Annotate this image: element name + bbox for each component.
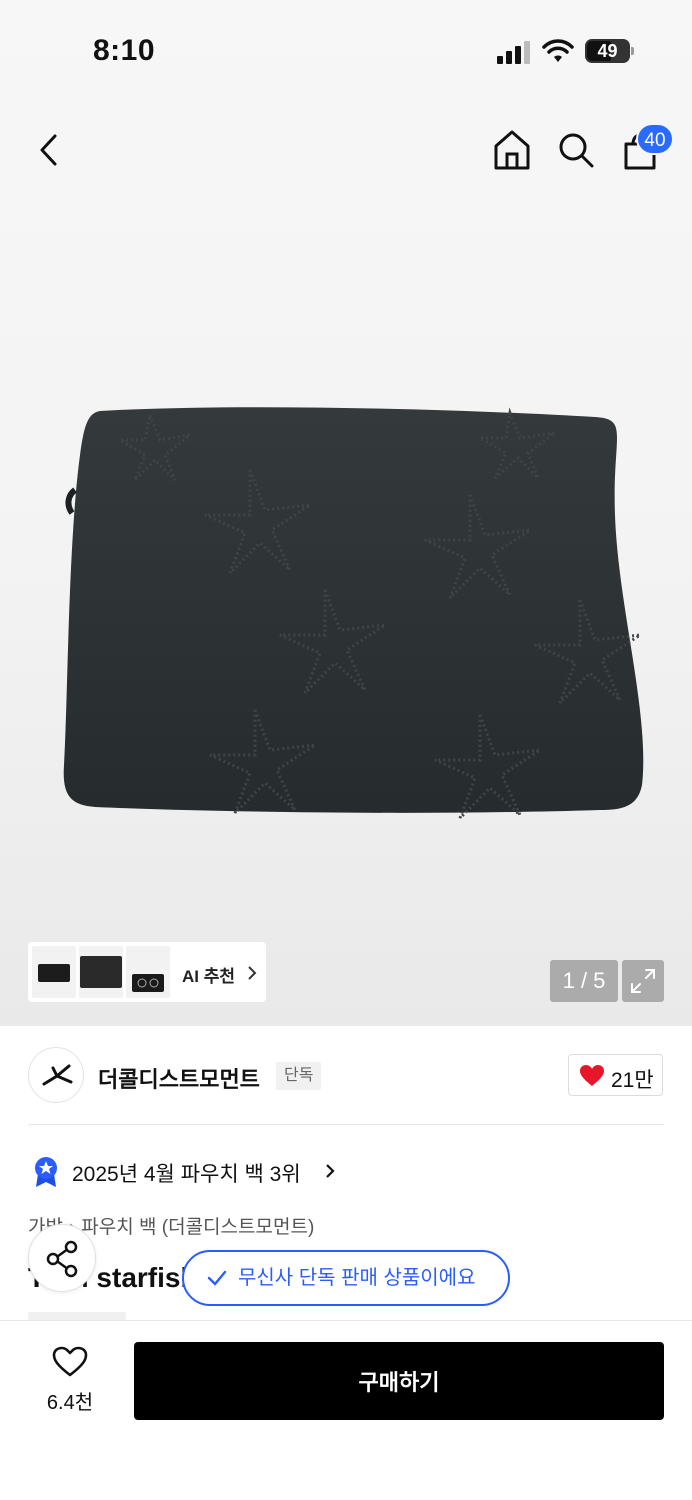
chevron-right-icon bbox=[248, 966, 257, 980]
clock: 8:10 bbox=[93, 34, 156, 67]
ai-recommend-label: AI 추천 bbox=[182, 967, 236, 986]
product-image-gallery[interactable]: 40 AI 추천 1 / 5 bbox=[0, 0, 692, 1026]
product-image bbox=[63, 407, 644, 820]
wishlist-count: 6.4천 bbox=[46, 1392, 94, 1414]
ranking-link[interactable]: 2025년 4월 파우치 백 3위 bbox=[72, 1158, 301, 1188]
status-bar: 8:10 49 bbox=[0, 0, 692, 100]
brand-logo[interactable] bbox=[28, 1047, 84, 1103]
brand-like-count: 21만 bbox=[611, 1069, 654, 1092]
wifi-icon bbox=[542, 39, 574, 62]
search-icon[interactable] bbox=[556, 130, 596, 170]
exclusive-badge: 단독 bbox=[276, 1062, 322, 1090]
back-icon[interactable] bbox=[30, 128, 70, 172]
recommend-thumbnail[interactable] bbox=[32, 946, 76, 998]
battery-icon: 49 bbox=[585, 39, 635, 63]
heart-filled-icon bbox=[580, 1065, 604, 1086]
ai-recommend-card[interactable]: AI 추천 bbox=[28, 942, 266, 1002]
share-button[interactable] bbox=[28, 1224, 96, 1292]
share-icon bbox=[46, 1240, 78, 1278]
chevron-right-icon bbox=[326, 1164, 335, 1178]
home-icon[interactable] bbox=[492, 128, 532, 172]
ranking-badge-icon bbox=[35, 1157, 57, 1187]
breadcrumb-item[interactable]: 파우치 백 (더콜디스트모먼트) bbox=[81, 1217, 314, 1238]
brand-name[interactable]: 더콜디스트모먼트 bbox=[98, 1062, 260, 1094]
divider bbox=[28, 1124, 664, 1125]
heart-outline-icon bbox=[52, 1346, 88, 1377]
recommend-thumbnail[interactable] bbox=[126, 946, 170, 998]
cellular-signal-icon bbox=[497, 41, 530, 64]
image-counter: 1 / 5 bbox=[550, 960, 618, 1002]
battery-level: 49 bbox=[597, 41, 618, 61]
check-icon bbox=[207, 1270, 227, 1286]
buy-button[interactable]: 구매하기 bbox=[134, 1342, 664, 1420]
expand-icon[interactable] bbox=[622, 960, 664, 1002]
toast-text: 무신사 단독 판매 상품이에요 bbox=[238, 1267, 476, 1289]
wishlist-button[interactable]: 6.4천 bbox=[28, 1342, 112, 1418]
cart-count-badge: 40 bbox=[636, 123, 674, 155]
recommend-thumbnail[interactable] bbox=[79, 946, 123, 998]
exclusive-toast: 무신사 단독 판매 상품이에요 bbox=[182, 1250, 510, 1306]
brand-like-button[interactable]: 21만 bbox=[568, 1054, 663, 1096]
